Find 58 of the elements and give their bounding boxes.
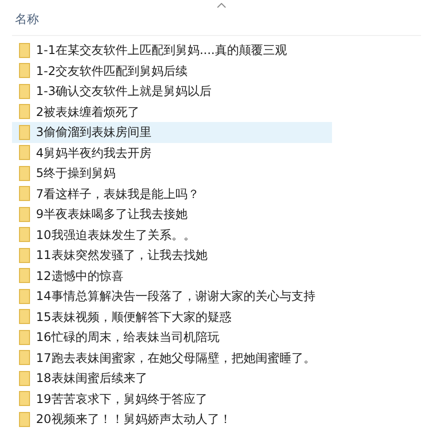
folder-row[interactable]: 3偷偷溜到表妹房间里 (12, 122, 332, 142)
folder-row[interactable]: 1-3确认交友软件上就是舅妈以后 (12, 81, 332, 102)
folder-icon (19, 350, 30, 366)
folder-icon (19, 248, 30, 263)
folder-name: 7看这样子，表妹我是能上吗？ (36, 186, 200, 203)
folder-icon (19, 227, 30, 242)
folder-name: 16忙碌的周末，给表妹当司机陪玩 (36, 329, 220, 346)
folder-row[interactable]: 11表妹突然发骚了，让我去找她 (12, 245, 332, 266)
folder-row[interactable]: 16忙碌的周末，给表妹当司机陪玩 (12, 327, 332, 348)
folder-row[interactable]: 12遗憾中的惊喜 (12, 266, 332, 286)
folder-row[interactable]: 14事情总算解决告一段落了，谢谢大家的关心与支持 (12, 286, 332, 306)
folder-icon (19, 42, 30, 58)
folder-icon (19, 206, 30, 222)
folder-icon (19, 309, 30, 324)
folder-icon (19, 166, 30, 181)
folder-name: 5终于操到舅妈 (36, 165, 116, 182)
folder-name: 11表妹突然发骚了，让我去找她 (36, 247, 208, 264)
folder-row[interactable]: 9半夜表妹喝多了让我去接她 (12, 204, 332, 224)
folder-name: 9半夜表妹喝多了让我去接她 (36, 206, 188, 224)
folder-icon (19, 124, 30, 140)
folder-row[interactable]: 4舅妈半夜约我去开房 (12, 142, 332, 163)
folder-name: 4舅妈半夜约我去开房 (36, 144, 152, 162)
folder-name: 1-1在某交友软件上匹配到舅妈....真的颠覆三观 (36, 42, 287, 60)
folder-row[interactable]: 1-2交友软件匹配到舅妈后续 (12, 60, 332, 81)
folder-icon (19, 145, 30, 160)
folder-row[interactable]: 2被表妹缠着烦死了 (12, 102, 332, 122)
folder-icon (19, 412, 30, 427)
folder-name: 17跑去表妹闺蜜家，在她父母隔壁，把她闺蜜睡了。 (36, 350, 316, 367)
folder-row[interactable]: 20视频来了！！舅妈娇声太动人了！ (12, 409, 332, 430)
column-header[interactable]: 名称 (15, 10, 39, 28)
folder-icon (19, 104, 30, 120)
folder-icon (19, 391, 30, 406)
folder-name: 1-2交友软件匹配到舅妈后续 (36, 62, 188, 80)
folder-row[interactable]: 7看这样子，表妹我是能上吗？ (12, 184, 332, 204)
folder-icon (19, 370, 30, 386)
folder-name: 15表妹视频，顺便解答下大家的疑惑 (36, 308, 232, 326)
folder-icon (19, 186, 30, 202)
folder-name: 12遗憾中的惊喜 (36, 268, 124, 285)
folder-icon (19, 63, 30, 78)
folder-name: 10我强迫表妹发生了关系。。 (36, 226, 196, 244)
folder-name: 14事情总算解决告一段落了，谢谢大家的关心与支持 (36, 288, 316, 306)
folder-icon (19, 84, 30, 99)
folder-row[interactable]: 10我强迫表妹发生了关系。。 (12, 224, 332, 245)
folder-row[interactable]: 18表妹闺蜜后续来了 (12, 368, 332, 388)
folder-name: 1-3确认交友软件上就是舅妈以后 (36, 83, 212, 100)
folder-name: 3偷偷溜到表妹房间里 (36, 124, 152, 142)
folder-name: 19苦苦哀求下，舅妈终于答应了 (36, 390, 208, 408)
folder-icon (19, 268, 30, 284)
folder-name: 20视频来了！！舅妈娇声太动人了！ (36, 411, 232, 428)
folder-name: 18表妹闺蜜后续来了 (36, 370, 148, 388)
folder-row[interactable]: 17跑去表妹闺蜜家，在她父母隔壁，把她闺蜜睡了。 (12, 348, 332, 368)
folder-row[interactable]: 5终于操到舅妈 (12, 163, 332, 184)
folder-icon (19, 330, 30, 345)
folder-name: 2被表妹缠着烦死了 (36, 104, 140, 121)
folder-row[interactable]: 15表妹视频，顺便解答下大家的疑惑 (12, 306, 332, 327)
folder-icon (19, 288, 30, 304)
folder-row[interactable]: 19苦苦哀求下，舅妈终于答应了 (12, 388, 332, 409)
folder-row[interactable]: 1-1在某交友软件上匹配到舅妈....真的颠覆三观 (12, 40, 332, 60)
